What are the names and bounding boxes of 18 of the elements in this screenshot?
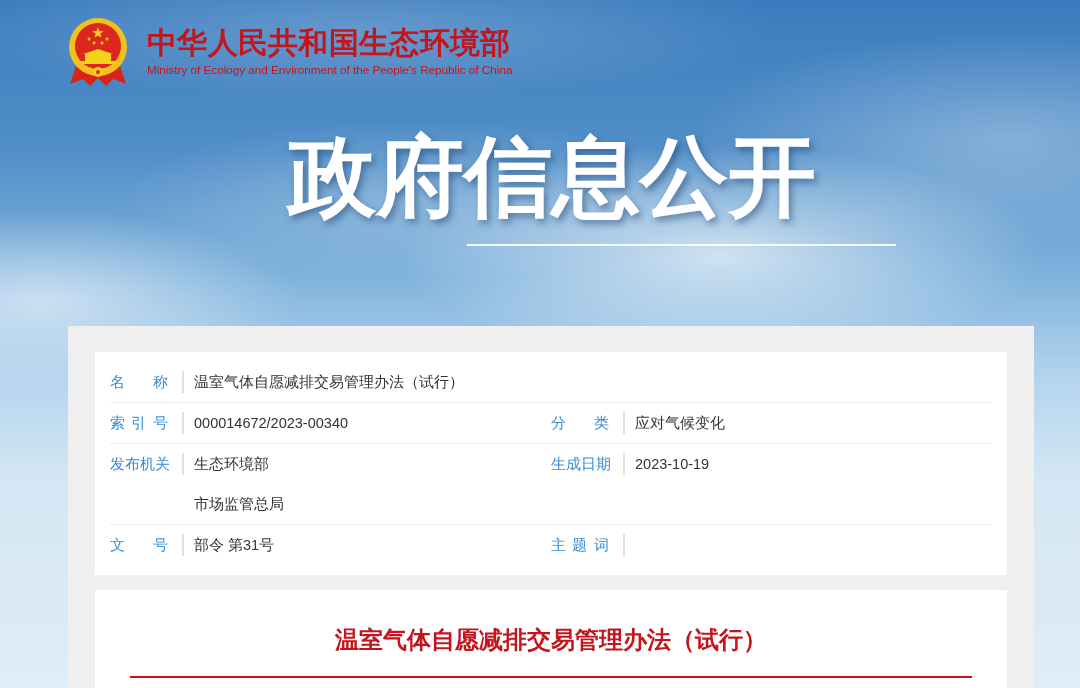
field-value: 应对气候变化 bbox=[635, 414, 725, 433]
field-value: 生态环境部 bbox=[194, 455, 269, 474]
site-subtitle: Ministry of Ecology and Environment of the People's Republic of China bbox=[147, 64, 513, 76]
field-label: 文 号 bbox=[110, 536, 168, 555]
field-label: 主 题 词 bbox=[551, 536, 609, 555]
field-label: 发布机关 bbox=[110, 455, 168, 474]
field-label: 生成日期 bbox=[551, 455, 609, 474]
document-title: 温室气体自愿减排交易管理办法（试行） bbox=[334, 627, 768, 653]
field-value: 市场监管总局 bbox=[194, 495, 284, 514]
field-value: 温室气体自愿减排交易管理办法（试行） bbox=[194, 373, 464, 392]
field-value: 部令 第31号 bbox=[194, 536, 275, 555]
field-label: 分 类 bbox=[551, 414, 609, 433]
field-label: 名 称 bbox=[110, 373, 168, 392]
emblem-icon bbox=[68, 18, 128, 86]
site-title: 中华人民共和国生态环境部 bbox=[147, 28, 512, 59]
field-label: 索 引 号 bbox=[110, 414, 168, 433]
field-value: 2023-10-19 bbox=[635, 455, 710, 474]
field-value: 000014672/2023-00340 bbox=[194, 414, 348, 433]
